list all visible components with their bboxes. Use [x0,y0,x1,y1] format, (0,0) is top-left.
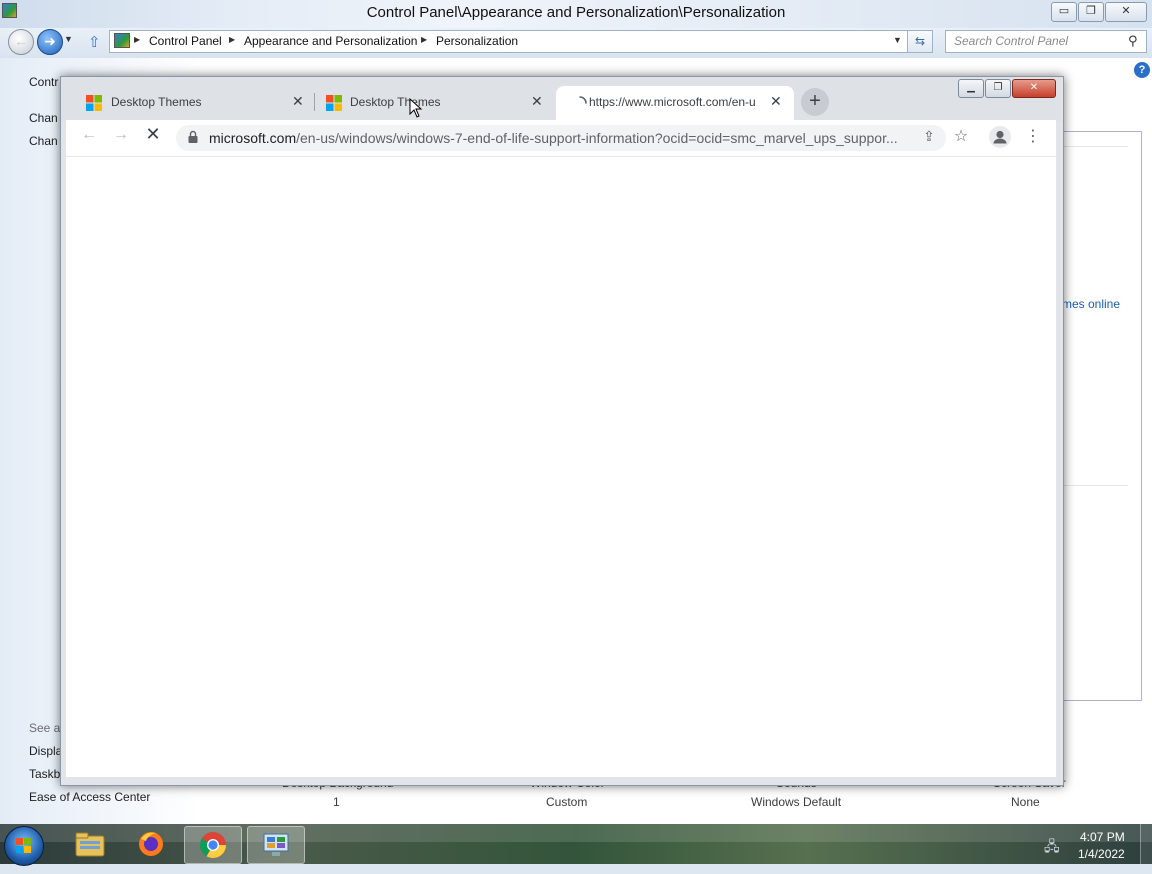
breadcrumb-personalization[interactable]: Personalization [436,34,518,48]
sidebar-control-panel-home[interactable]: Contr [29,75,58,89]
cp-close-button[interactable]: ✕ [1105,2,1147,22]
taskbar-firefox-button[interactable] [123,826,179,862]
clock-time[interactable]: 4:07 PM [1080,830,1125,844]
tab-title: Desktop Themes [111,95,202,109]
sidebar-taskbar-link[interactable]: Taskb [29,767,60,781]
window-color-value: Custom [546,795,588,809]
breadcrumb-separator-icon[interactable]: ▶ [229,35,235,44]
start-button[interactable] [4,826,44,866]
breadcrumb-control-panel[interactable]: Control Panel [149,34,222,48]
taskbar-explorer-button[interactable] [62,826,118,862]
sidebar-see-also-heading: See al [29,721,64,735]
clock-date[interactable]: 1/4/2022 [1078,847,1125,861]
address-dropdown-icon[interactable]: ▼ [893,35,902,45]
search-icon[interactable]: ⚲ [1128,33,1138,49]
chrome-icon [199,832,227,859]
lock-icon[interactable] [187,130,199,144]
mouse-cursor-icon [409,97,423,121]
share-icon[interactable]: ⇪ [918,128,940,145]
tab-title: Desktop Themes [350,95,441,109]
url-path: /en-us/windows/windows-7-end-of-life-sup… [296,130,898,146]
profile-icon [993,130,1007,144]
sounds-value: Windows Default [751,795,842,809]
back-button[interactable]: ← [8,29,34,55]
close-tab-icon[interactable]: ✕ [292,93,304,110]
close-tab-icon[interactable]: ✕ [770,93,782,110]
get-more-themes-online-link[interactable]: mes online [1062,297,1120,311]
arrow-right-icon: ➜ [44,33,56,49]
recent-pages-dropdown-icon[interactable]: ▼ [64,34,73,44]
new-tab-button[interactable]: + [801,88,829,116]
taskbar-control-panel-button[interactable] [247,826,305,864]
url-text[interactable]: microsoft.com/en-us/windows/windows-7-en… [209,130,913,146]
bookmark-star-icon[interactable]: ☆ [950,126,972,146]
show-desktop-button[interactable] [1140,824,1152,864]
sidebar-change-link-2[interactable]: Chan [29,134,58,148]
breadcrumb-separator-icon[interactable]: ▶ [134,35,140,44]
sidebar-change-link-1[interactable]: Chan [29,111,58,125]
sidebar-display-link[interactable]: Displa [29,744,62,758]
folder-icon [75,832,105,857]
search-placeholder: Search Control Panel [954,34,1069,48]
chrome-maximize-button[interactable]: ❐ [985,79,1011,98]
tab-separator [314,93,315,111]
panel-divider [1062,146,1128,147]
chrome-close-button[interactable]: ✕ [1012,79,1056,98]
restore-icon: ❐ [993,82,1003,93]
panel-divider [1062,485,1128,486]
back-arrow-icon[interactable]: ← [78,126,100,144]
taskbar-chrome-button[interactable] [184,826,242,864]
microsoft-logo-icon [326,95,342,111]
tab-title: https://www.microsoft.com/en-u [589,95,756,109]
menu-kebab-icon[interactable]: ⋮ [1022,126,1044,146]
firefox-icon [139,832,163,856]
cp-maximize-button[interactable]: ❐ [1078,2,1104,22]
close-icon: ✕ [1029,82,1039,93]
control-panel-icon [263,833,289,856]
forward-button[interactable]: ➜ [37,29,63,55]
breadcrumb-separator-icon[interactable]: ▶ [421,35,427,44]
chrome-minimize-button[interactable]: ▁ [958,79,984,98]
microsoft-logo-icon [86,95,102,111]
web-page-viewport[interactable] [66,156,1056,777]
desktop-background-value: 1 [333,795,340,809]
up-level-icon[interactable]: ⇧ [88,33,101,51]
plus-icon: + [809,90,821,112]
control-panel-icon [114,33,130,48]
windows-logo-icon [16,838,31,853]
close-tab-icon[interactable]: ✕ [531,93,543,110]
arrow-left-icon: ← [14,33,28,49]
control-panel-window-title: Control Panel\Appearance and Personaliza… [366,4,786,21]
minimize-icon: ▁ [967,82,975,93]
network-icon[interactable]: 🖧 [1044,836,1060,860]
sidebar-ease-of-access-link[interactable]: Ease of Access Center [29,790,150,804]
help-icon[interactable]: ? [1134,62,1150,78]
stop-loading-icon[interactable]: ✕ [142,124,164,145]
refresh-icon: ⇆ [914,34,926,48]
screen-saver-value: None [1011,795,1040,809]
loading-spinner-icon [572,95,588,111]
breadcrumb-appearance[interactable]: Appearance and Personalization [244,34,417,48]
refresh-button[interactable]: ⇆ [907,30,933,53]
url-host: microsoft.com [209,130,297,146]
forward-arrow-icon[interactable]: → [110,126,132,144]
profile-button[interactable] [989,126,1011,148]
cp-minimize-button[interactable]: ▭ [1051,2,1077,22]
